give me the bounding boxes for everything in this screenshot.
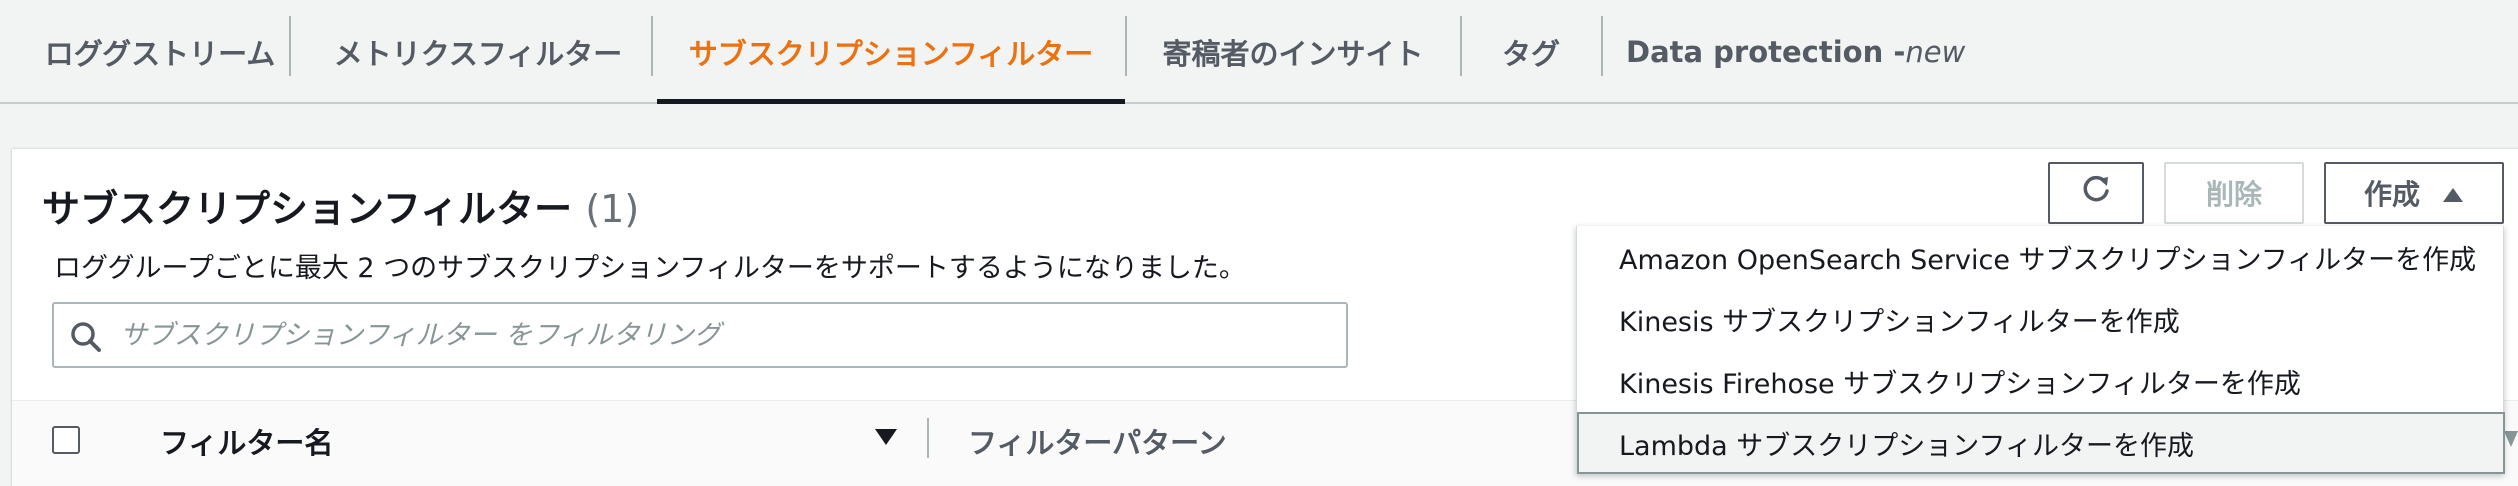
tab-label: メトリクスフィルター (333, 37, 623, 71)
tab-contributor-insights[interactable]: 寄稿者のインサイト (1148, 0, 1438, 104)
delete-button-label: 削除 (2205, 178, 2262, 211)
create-button[interactable]: 作成 (2324, 162, 2504, 224)
tab-subscription-filters[interactable]: サブスクリプションフィルター (662, 0, 1120, 104)
tab-divider (1601, 16, 1603, 76)
tab-log-streams[interactable]: ロググストリーム (40, 0, 280, 104)
column-header-filter-pattern[interactable]: フィルターパターン (968, 420, 1227, 462)
column-header-filter-name[interactable]: フィルター名 (160, 420, 333, 462)
menu-item-create-kinesis[interactable]: Kinesis サブスクリプションフィルターを作成 (1577, 288, 2505, 350)
delete-button[interactable]: 削除 (2164, 162, 2304, 224)
panel-description: ロググループごとに最大 2 つのサブスクリプションフィルターをサポートするように… (54, 253, 1246, 284)
tab-label: Data protection - (1626, 35, 1906, 69)
refresh-icon (2079, 173, 2113, 214)
menu-item-label: Kinesis Firehose サブスクリプションフィルターを作成 (1619, 368, 2301, 400)
menu-item-label: Amazon OpenSearch Service サブスクリプションフィルター… (1619, 244, 2477, 276)
create-dropdown-menu: Amazon OpenSearch Service サブスクリプションフィルター… (1576, 226, 2505, 474)
menu-item-label: Kinesis サブスクリプションフィルターを作成 (1619, 306, 2180, 338)
tab-label: サブスクリプションフィルター (688, 37, 1094, 71)
tab-divider (289, 16, 291, 76)
tab-tags[interactable]: タグ (1482, 0, 1580, 104)
sort-icon[interactable] (2504, 430, 2518, 452)
tab-bar: ロググストリーム メトリクスフィルター サブスクリプションフィルター 寄稿者のイ… (0, 0, 2518, 104)
menu-item-create-lambda[interactable]: Lambda サブスクリプションフィルターを作成 (1577, 412, 2505, 474)
tab-divider (1125, 16, 1127, 76)
tab-label: ロググストリーム (44, 37, 276, 71)
sort-descending-icon[interactable] (874, 428, 898, 450)
search-icon (68, 319, 104, 359)
tab-divider (651, 16, 653, 76)
tab-label: 寄稿者のインサイト (1162, 37, 1424, 71)
search-field[interactable] (52, 302, 1348, 368)
menu-item-create-opensearch[interactable]: Amazon OpenSearch Service サブスクリプションフィルター… (1577, 226, 2505, 288)
caret-up-icon (2442, 177, 2464, 210)
column-resizer[interactable] (927, 418, 929, 458)
create-button-label: 作成 (2363, 178, 2420, 211)
tab-label: タグ (1501, 37, 1560, 71)
search-input[interactable] (120, 304, 1320, 366)
panel-title-text: サブスクリプションフィルター (42, 187, 573, 231)
panel-count: (1) (585, 187, 640, 231)
refresh-button[interactable] (2048, 162, 2144, 224)
tab-new-badge: new (1905, 35, 1966, 69)
select-all-checkbox[interactable] (52, 426, 80, 454)
menu-item-create-firehose[interactable]: Kinesis Firehose サブスクリプションフィルターを作成 (1577, 350, 2505, 412)
tab-metric-filters[interactable]: メトリクスフィルター (318, 0, 638, 104)
menu-item-label: Lambda サブスクリプションフィルターを作成 (1619, 430, 2194, 462)
active-tab-indicator (657, 99, 1125, 104)
tab-divider (1460, 16, 1462, 76)
panel-title: サブスクリプションフィルター (1) (42, 178, 639, 233)
tab-data-protection[interactable]: Data protection - new (1626, 0, 1965, 104)
